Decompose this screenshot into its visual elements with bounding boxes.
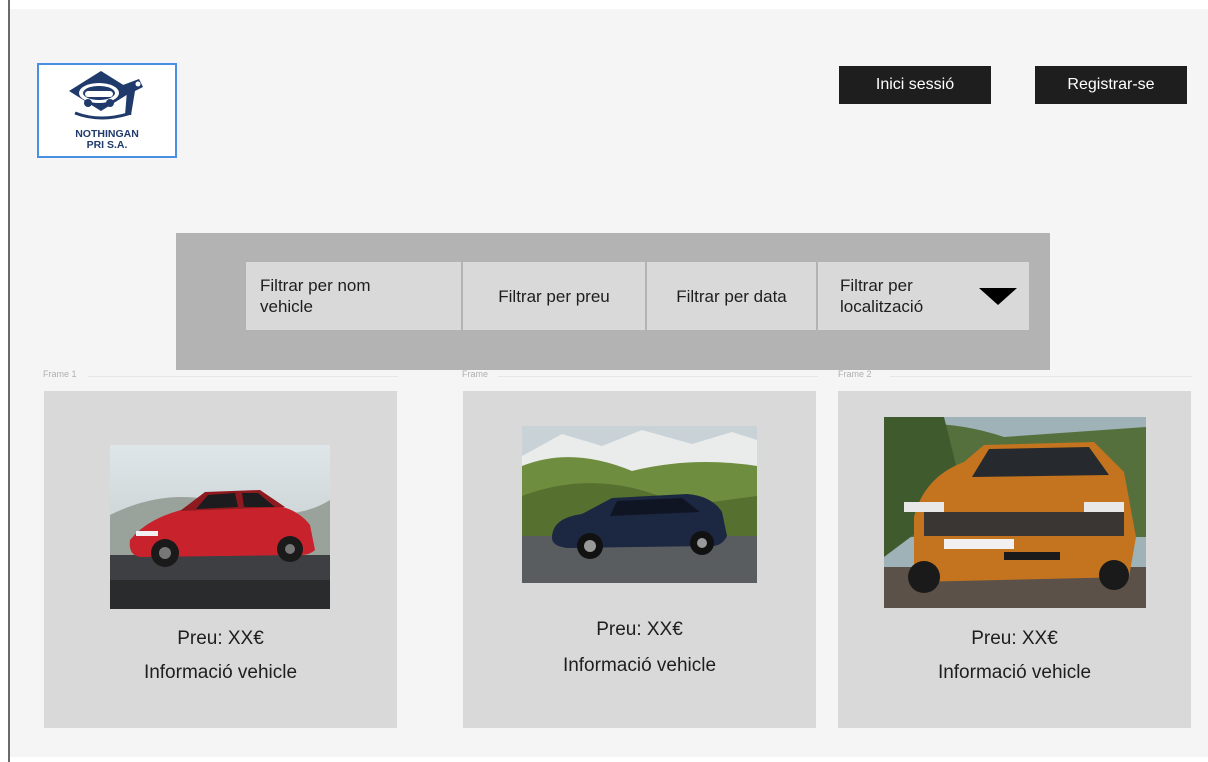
vehicle-card[interactable]: Preu: XX€ Informació vehicle (463, 391, 816, 728)
login-button[interactable]: Inici sessió (839, 66, 991, 104)
vehicle-image[interactable] (110, 445, 330, 609)
vehicle-image[interactable] (884, 417, 1146, 608)
vehicle-info-link[interactable]: Informació vehicle (44, 662, 397, 684)
company-name-line2: PRI S.A. (86, 139, 128, 151)
filter-by-name[interactable]: Filtrar per nom vehicle (246, 262, 463, 330)
frame-label-2: Frame (462, 369, 489, 379)
red-hatchback-car-icon (110, 445, 330, 609)
vehicle-card[interactable]: Preu: XX€ Informació vehicle (44, 391, 397, 728)
vehicle-card[interactable]: Preu: XX€ Informació vehicle (838, 391, 1191, 728)
vehicle-price: Preu: XX€ (177, 628, 264, 649)
filter-by-price[interactable]: Filtrar per preu (463, 262, 647, 330)
filter-by-location-line1: Filtrar per (840, 276, 913, 295)
blue-estate-car-icon (522, 426, 757, 583)
vehicle-info-link[interactable]: Informació vehicle (463, 655, 816, 677)
register-button[interactable]: Registrar-se (1035, 66, 1187, 104)
filter-by-location[interactable]: Filtrar per localització (818, 262, 1029, 330)
filter-panel: Filtrar per nom vehicle Filtrar per preu… (176, 233, 1050, 370)
filter-by-date[interactable]: Filtrar per data (647, 262, 818, 330)
filter-by-name-line1: Filtrar per nom (260, 276, 371, 295)
filter-bar: Filtrar per nom vehicle Filtrar per preu… (246, 262, 1029, 330)
filter-by-name-line2: vehicle (260, 297, 313, 316)
vehicle-info-link[interactable]: Informació vehicle (838, 662, 1191, 684)
frame-divider-1 (88, 376, 398, 377)
vehicle-image[interactable] (522, 426, 757, 583)
filter-by-location-line2: localització (840, 297, 924, 316)
dropdown-caret-icon[interactable] (979, 288, 1017, 305)
frame-divider-3 (890, 376, 1192, 377)
frame-label-1: Frame 1 (43, 369, 77, 379)
orange-crossover-suv-icon (884, 417, 1146, 608)
vehicle-price: Preu: XX€ (596, 619, 683, 640)
company-logo[interactable]: NOTHINGAN PRI S.A. (37, 63, 177, 158)
frame-label-3: Frame 2 (838, 369, 872, 379)
vehicle-price: Preu: XX€ (971, 628, 1058, 649)
frame-divider-2 (498, 376, 818, 377)
car-key-logo-icon (69, 71, 143, 120)
